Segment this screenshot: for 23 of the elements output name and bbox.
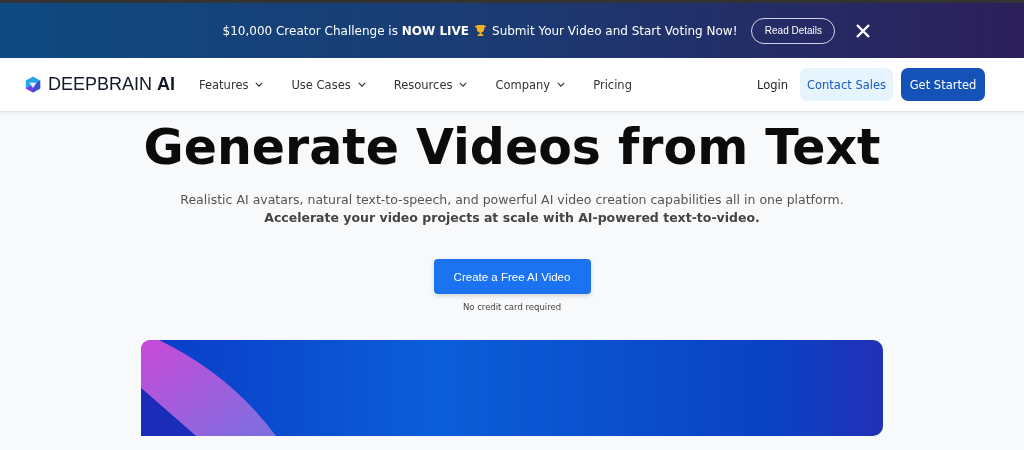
logo-icon (24, 75, 42, 94)
get-started-button[interactable]: Get Started (901, 68, 985, 101)
chevron-down-icon (357, 82, 366, 87)
chevron-down-icon (557, 82, 566, 87)
announcement-text: $10,000 Creator Challenge is NOW LIVE (222, 23, 470, 38)
nav-menu-item[interactable]: Features (199, 77, 264, 92)
nav-menu-item[interactable]: Resources (393, 77, 468, 92)
create-video-button[interactable]: Create a Free AI Video (433, 259, 591, 294)
close-icon[interactable] (855, 22, 872, 39)
nav-menu-item[interactable]: Pricing (593, 77, 632, 92)
hero-subtitle: Accelerate your video projects at scale with AI-powered text-to-video. (264, 210, 760, 225)
login-link[interactable]: Login (756, 77, 788, 92)
logo-text[interactable]: DEEPBRAIN AI (48, 74, 176, 95)
note-text: No credit card required (462, 302, 562, 312)
chevron-down-icon (459, 82, 468, 87)
announcement-text: Submit Your Video and Start Voting Now! (492, 23, 738, 38)
hero-title: Generate Videos from Text (143, 118, 881, 178)
nav-menu-item[interactable]: Company (495, 77, 566, 92)
nav-menu-item[interactable]: Use Cases (291, 77, 366, 92)
hero-subtitle: Realistic AI avatars, natural text-to-speech, and powerful AI video creation capabilities all in one platform. (180, 192, 844, 207)
trophy-icon (474, 24, 488, 37)
chevron-down-icon (255, 82, 264, 87)
contact-sales-button[interactable]: Contact Sales (800, 68, 893, 101)
